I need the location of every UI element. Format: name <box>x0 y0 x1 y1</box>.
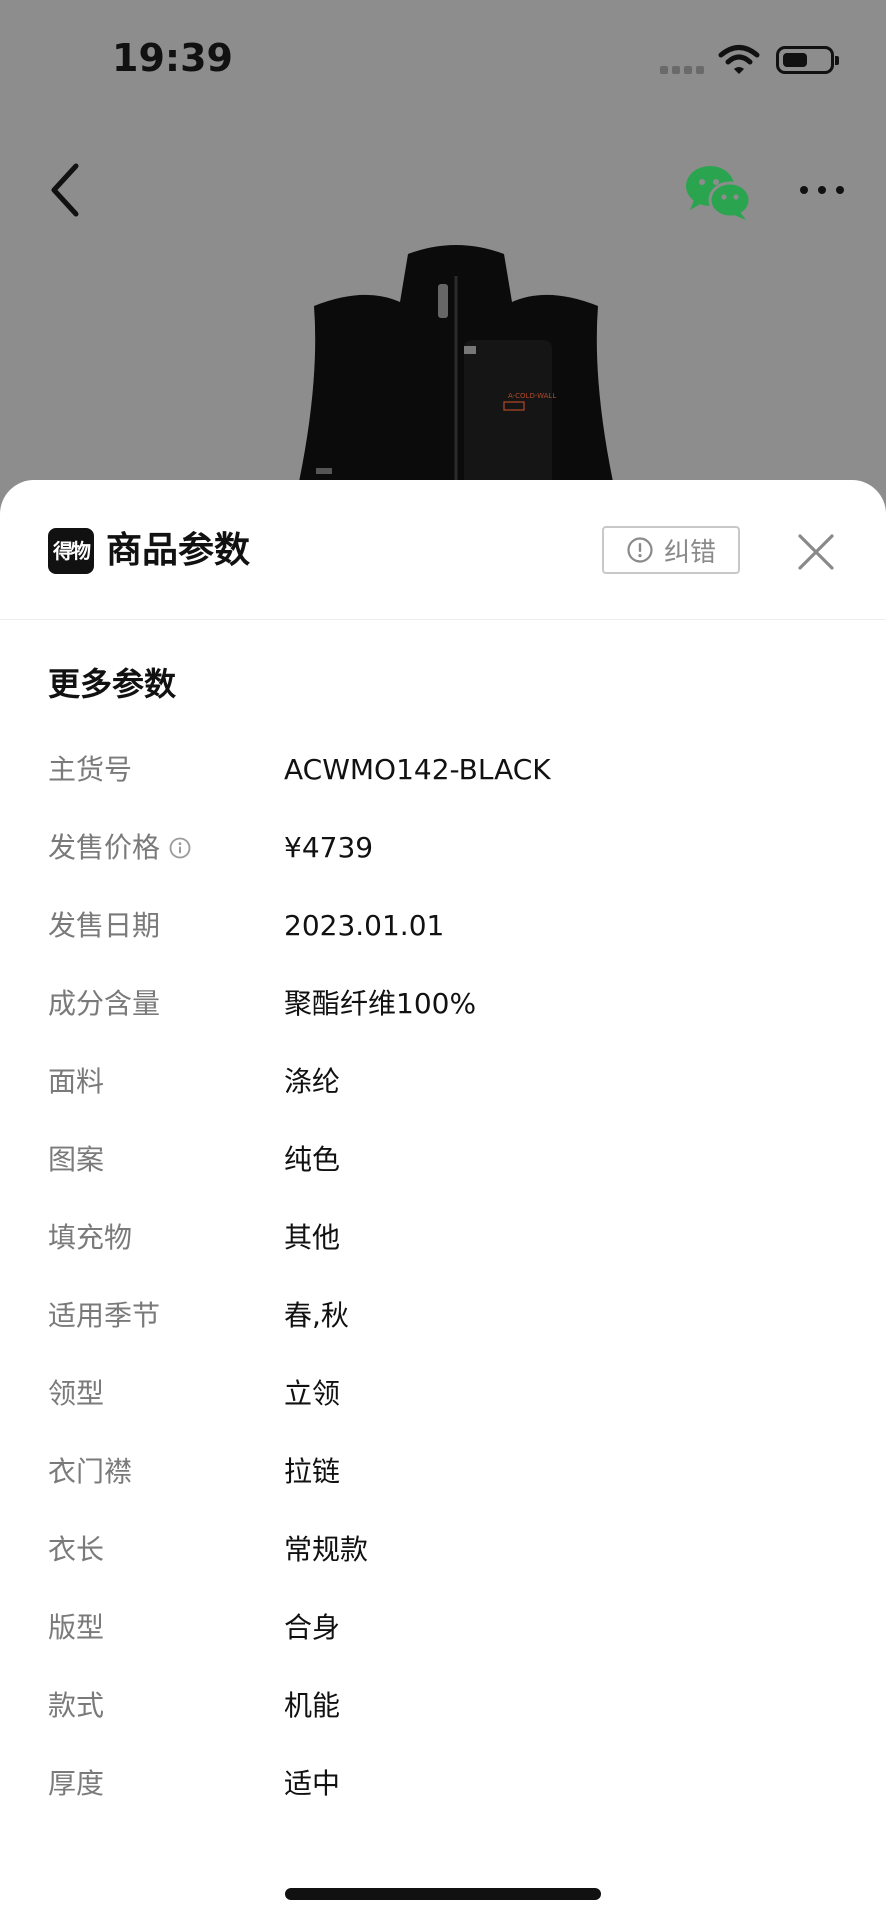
param-row: 版型 合身 <box>0 1604 886 1682</box>
param-list: 主货号 ACWMO142-BLACK 发售价格 ¥4739 发售日期 2023.… <box>0 746 886 1838</box>
svg-text:A-COLD-WALL: A-COLD-WALL <box>508 392 556 400</box>
param-label: 领型 <box>48 1377 105 1410</box>
param-row: 款式 机能 <box>0 1682 886 1760</box>
param-value: ¥4739 <box>284 831 374 864</box>
param-value: 常规款 <box>284 1533 369 1566</box>
more-dots-icon[interactable] <box>800 186 844 198</box>
param-label: 衣门襟 <box>48 1455 133 1488</box>
param-value: 立领 <box>284 1377 341 1410</box>
param-value: 纯色 <box>284 1143 341 1176</box>
status-time: 19:39 <box>112 36 233 80</box>
param-label: 面料 <box>48 1065 105 1098</box>
param-label: 图案 <box>48 1143 105 1176</box>
param-label: 适用季节 <box>48 1299 161 1332</box>
info-icon[interactable] <box>168 836 192 860</box>
param-label: 填充物 <box>48 1221 133 1254</box>
param-label: 衣长 <box>48 1533 105 1566</box>
param-label: 成分含量 <box>48 987 161 1020</box>
product-params-sheet: 得物 商品参数 纠错 更多参数 主货号 ACWMO142-BLACK 发售价格 <box>0 480 886 1920</box>
param-value: ACWMO142-BLACK <box>284 753 551 786</box>
sheet-header: 得物 商品参数 纠错 <box>0 480 886 620</box>
param-value: 涤纶 <box>284 1065 341 1098</box>
param-value: 合身 <box>284 1611 341 1644</box>
param-label: 主货号 <box>48 753 133 786</box>
param-row: 领型 立领 <box>0 1370 886 1448</box>
param-row: 面料 涤纶 <box>0 1058 886 1136</box>
param-label: 版型 <box>48 1611 105 1644</box>
param-value: 聚酯纤维100% <box>284 987 477 1020</box>
section-title: 更多参数 <box>48 665 177 703</box>
param-value: 春,秋 <box>284 1299 349 1332</box>
param-value: 拉链 <box>284 1455 341 1488</box>
param-row: 衣门襟 拉链 <box>0 1448 886 1526</box>
param-row: 适用季节 春,秋 <box>0 1292 886 1370</box>
param-row: 发售日期 2023.01.01 <box>0 902 886 980</box>
wechat-icon[interactable] <box>684 164 752 222</box>
sheet-title: 商品参数 <box>106 530 251 571</box>
home-indicator[interactable] <box>285 1888 601 1900</box>
close-icon[interactable] <box>796 532 836 572</box>
param-label: 厚度 <box>48 1767 105 1800</box>
report-error-button[interactable]: 纠错 <box>602 526 740 574</box>
battery-icon <box>776 46 839 74</box>
param-label: 款式 <box>48 1689 105 1722</box>
param-row: 发售价格 ¥4739 <box>0 824 886 902</box>
alert-circle-icon <box>627 537 653 563</box>
param-label: 发售日期 <box>48 909 161 942</box>
param-label: 发售价格 <box>48 824 192 872</box>
param-value: 适中 <box>284 1767 341 1800</box>
report-error-label: 纠错 <box>663 537 716 568</box>
param-row: 填充物 其他 <box>0 1214 886 1292</box>
param-value: 其他 <box>284 1221 341 1254</box>
brand-logo: 得物 <box>48 528 94 574</box>
signal-icon <box>660 66 704 74</box>
param-value: 机能 <box>284 1689 341 1722</box>
param-row: 成分含量 聚酯纤维100% <box>0 980 886 1058</box>
param-value: 2023.01.01 <box>284 909 445 942</box>
product-image: A-COLD-WALL <box>296 245 616 496</box>
wifi-icon <box>718 45 760 74</box>
param-row: 图案 纯色 <box>0 1136 886 1214</box>
param-row: 厚度 适中 <box>0 1760 886 1838</box>
back-chevron-icon[interactable] <box>46 162 86 218</box>
status-bar: 19:39 <box>0 0 886 120</box>
param-row: 衣长 常规款 <box>0 1526 886 1604</box>
param-row: 主货号 ACWMO142-BLACK <box>0 746 886 824</box>
